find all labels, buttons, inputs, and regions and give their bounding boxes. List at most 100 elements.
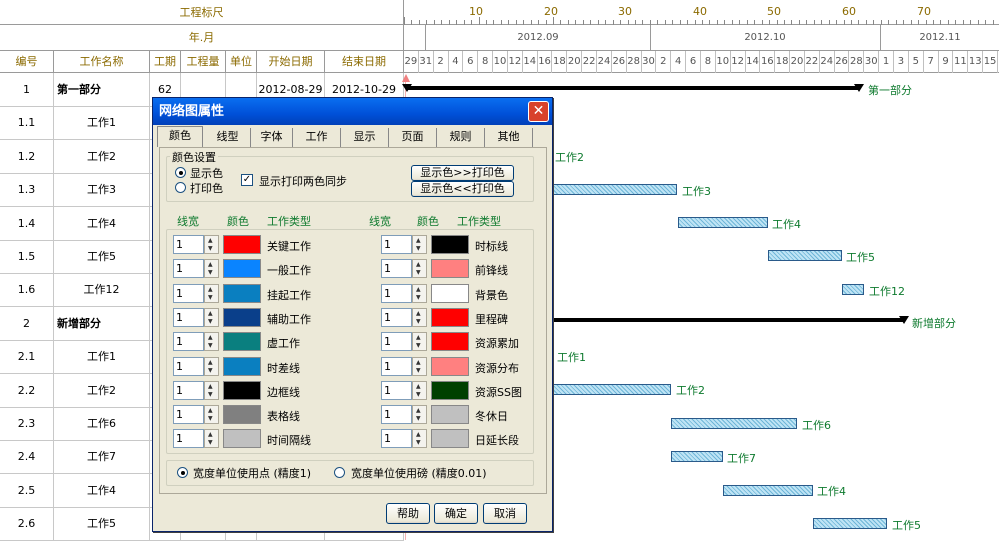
line-width-value[interactable]: 1 (173, 259, 204, 279)
color-swatch[interactable] (223, 380, 261, 400)
summary-bar[interactable] (406, 86, 860, 90)
task-bar[interactable] (671, 418, 797, 429)
color-swatch[interactable] (431, 356, 469, 376)
color-swatch[interactable] (431, 332, 469, 352)
radio-display-color[interactable] (175, 167, 186, 178)
stepper-arrows-icon[interactable]: ▲ ▼ (412, 332, 427, 352)
color-swatch[interactable] (431, 380, 469, 400)
line-width-stepper[interactable]: 1 ▲ ▼ (381, 332, 427, 352)
stepper-arrows-icon[interactable]: ▲ ▼ (412, 356, 427, 376)
summary-bar[interactable] (553, 318, 905, 322)
radio-print-color[interactable] (175, 182, 186, 193)
stepper-arrows-icon[interactable]: ▲ ▼ (204, 283, 219, 303)
sync-checkbox[interactable]: ✓ (241, 174, 253, 186)
line-width-stepper[interactable]: 1 ▲ ▼ (381, 259, 427, 279)
stepper-arrows-icon[interactable]: ▲ ▼ (204, 259, 219, 279)
line-width-value[interactable]: 1 (173, 380, 204, 400)
line-width-value[interactable]: 1 (381, 332, 412, 352)
color-swatch[interactable] (223, 356, 261, 376)
dialog-titlebar[interactable]: 网络图属性 (153, 98, 552, 125)
col-quantity[interactable]: 工程量 (181, 51, 226, 73)
line-width-stepper[interactable]: 1 ▲ ▼ (173, 405, 219, 425)
tab-font[interactable]: 字体 (251, 128, 293, 147)
tab-other[interactable]: 其他 (485, 128, 533, 147)
stepper-arrows-icon[interactable]: ▲ ▼ (412, 429, 427, 449)
line-width-value[interactable]: 1 (173, 283, 204, 303)
stepper-arrows-icon[interactable]: ▲ ▼ (204, 429, 219, 449)
color-swatch[interactable] (223, 332, 261, 352)
close-icon[interactable]: ✕ (528, 101, 549, 122)
task-bar[interactable] (678, 217, 768, 228)
color-swatch[interactable] (223, 259, 261, 279)
line-width-value[interactable]: 1 (381, 307, 412, 327)
color-swatch[interactable] (431, 283, 469, 303)
line-width-stepper[interactable]: 1 ▲ ▼ (173, 259, 219, 279)
color-swatch[interactable] (431, 259, 469, 279)
col-end[interactable]: 结束日期 (325, 51, 404, 73)
col-duration[interactable]: 工期 (150, 51, 181, 73)
line-width-value[interactable]: 1 (381, 405, 412, 425)
line-width-stepper[interactable]: 1 ▲ ▼ (173, 283, 219, 303)
col-unit[interactable]: 单位 (226, 51, 257, 73)
stepper-arrows-icon[interactable]: ▲ ▼ (412, 307, 427, 327)
line-width-value[interactable]: 1 (381, 429, 412, 449)
ok-button[interactable]: 确定 (434, 503, 478, 524)
stepper-arrows-icon[interactable]: ▲ ▼ (204, 235, 219, 254)
help-button[interactable]: 帮助 (386, 503, 430, 524)
color-swatch[interactable] (223, 235, 261, 254)
line-width-stepper[interactable]: 1 ▲ ▼ (381, 380, 427, 400)
line-width-value[interactable]: 1 (173, 307, 204, 327)
task-bar[interactable] (723, 485, 813, 496)
line-width-value[interactable]: 1 (381, 235, 412, 254)
color-swatch[interactable] (431, 405, 469, 425)
line-width-stepper[interactable]: 1 ▲ ▼ (381, 429, 427, 449)
color-swatch[interactable] (431, 235, 469, 254)
stepper-arrows-icon[interactable]: ▲ ▼ (204, 380, 219, 400)
tab-linetype[interactable]: 线型 (205, 128, 251, 147)
task-bar[interactable] (768, 250, 842, 261)
color-swatch[interactable] (223, 307, 261, 327)
color-swatch[interactable] (223, 283, 261, 303)
line-width-value[interactable]: 1 (381, 259, 412, 279)
line-width-stepper[interactable]: 1 ▲ ▼ (173, 307, 219, 327)
line-width-value[interactable]: 1 (381, 356, 412, 376)
line-width-value[interactable]: 1 (381, 283, 412, 303)
line-width-value[interactable]: 1 (173, 332, 204, 352)
tab-color[interactable]: 颜色 (157, 126, 203, 147)
stepper-arrows-icon[interactable]: ▲ ▼ (412, 405, 427, 425)
col-name[interactable]: 工作名称 (54, 51, 150, 73)
line-width-value[interactable]: 1 (381, 380, 412, 400)
tab-rules[interactable]: 规则 (437, 128, 485, 147)
line-width-stepper[interactable]: 1 ▲ ▼ (381, 307, 427, 327)
task-bar[interactable] (813, 518, 887, 529)
stepper-arrows-icon[interactable]: ▲ ▼ (412, 380, 427, 400)
tab-display[interactable]: 显示 (341, 128, 389, 147)
line-width-value[interactable]: 1 (173, 235, 204, 254)
stepper-arrows-icon[interactable]: ▲ ▼ (412, 259, 427, 279)
line-width-stepper[interactable]: 1 ▲ ▼ (381, 235, 427, 254)
cancel-button[interactable]: 取消 (483, 503, 527, 524)
line-width-value[interactable]: 1 (173, 429, 204, 449)
line-width-stepper[interactable]: 1 ▲ ▼ (381, 356, 427, 376)
task-bar[interactable] (553, 384, 671, 395)
col-id[interactable]: 编号 (0, 51, 54, 73)
stepper-arrows-icon[interactable]: ▲ ▼ (412, 235, 427, 254)
radio-unit-pound[interactable] (334, 467, 345, 478)
color-swatch[interactable] (431, 307, 469, 327)
line-width-stepper[interactable]: 1 ▲ ▼ (381, 405, 427, 425)
tab-work[interactable]: 工作 (293, 128, 341, 147)
stepper-arrows-icon[interactable]: ▲ ▼ (204, 332, 219, 352)
stepper-arrows-icon[interactable]: ▲ ▼ (204, 307, 219, 327)
radio-unit-point[interactable] (177, 467, 188, 478)
stepper-arrows-icon[interactable]: ▲ ▼ (412, 283, 427, 303)
task-bar[interactable] (553, 184, 677, 195)
line-width-stepper[interactable]: 1 ▲ ▼ (173, 380, 219, 400)
task-bar[interactable] (671, 451, 723, 462)
stepper-arrows-icon[interactable]: ▲ ▼ (204, 356, 219, 376)
line-width-stepper[interactable]: 1 ▲ ▼ (173, 429, 219, 449)
copy-to-print-button[interactable]: 显示色>>打印色 (411, 165, 514, 181)
color-swatch[interactable] (431, 429, 469, 449)
line-width-stepper[interactable]: 1 ▲ ▼ (173, 356, 219, 376)
color-swatch[interactable] (223, 405, 261, 425)
line-width-value[interactable]: 1 (173, 356, 204, 376)
